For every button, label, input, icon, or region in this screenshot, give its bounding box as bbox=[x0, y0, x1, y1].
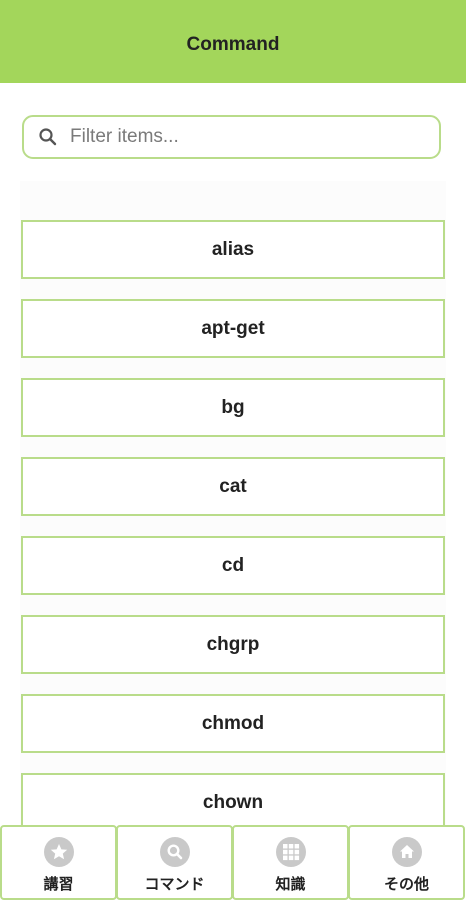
bottom-tab-bar: 講習 コマンド 知識 その他 bbox=[0, 825, 466, 900]
tab-label: その他 bbox=[383, 876, 429, 893]
list-item[interactable]: bg bbox=[21, 378, 445, 437]
page-title: Command bbox=[186, 33, 280, 55]
list-item[interactable]: alias bbox=[21, 220, 445, 279]
list-item[interactable]: cd bbox=[21, 536, 445, 595]
app-header: Command bbox=[0, 0, 466, 83]
tab-lectures[interactable]: 講習 bbox=[0, 825, 117, 900]
command-list-panel: alias apt-get bg cat cd chgrp chmod chow… bbox=[20, 181, 446, 831]
command-list: alias apt-get bg cat cd chgrp chmod chow… bbox=[21, 220, 445, 831]
search-bar[interactable] bbox=[22, 115, 441, 159]
list-item[interactable]: cat bbox=[21, 457, 445, 516]
star-icon bbox=[43, 837, 74, 867]
tab-label: コマンド bbox=[144, 876, 205, 893]
tab-other[interactable]: その他 bbox=[348, 825, 465, 900]
list-item[interactable]: chmod bbox=[21, 694, 445, 753]
home-icon bbox=[391, 837, 422, 867]
tab-label: 講習 bbox=[43, 876, 74, 893]
list-item[interactable]: chown bbox=[21, 773, 445, 831]
list-item[interactable]: chgrp bbox=[21, 615, 445, 674]
grid-icon bbox=[275, 837, 306, 867]
search-icon bbox=[159, 837, 190, 867]
tab-knowledge[interactable]: 知識 bbox=[232, 825, 349, 900]
tab-label: 知識 bbox=[275, 876, 306, 893]
list-item[interactable]: apt-get bbox=[21, 299, 445, 358]
search-input[interactable] bbox=[62, 122, 430, 152]
search-icon bbox=[24, 117, 62, 157]
tab-commands[interactable]: コマンド bbox=[116, 825, 233, 900]
